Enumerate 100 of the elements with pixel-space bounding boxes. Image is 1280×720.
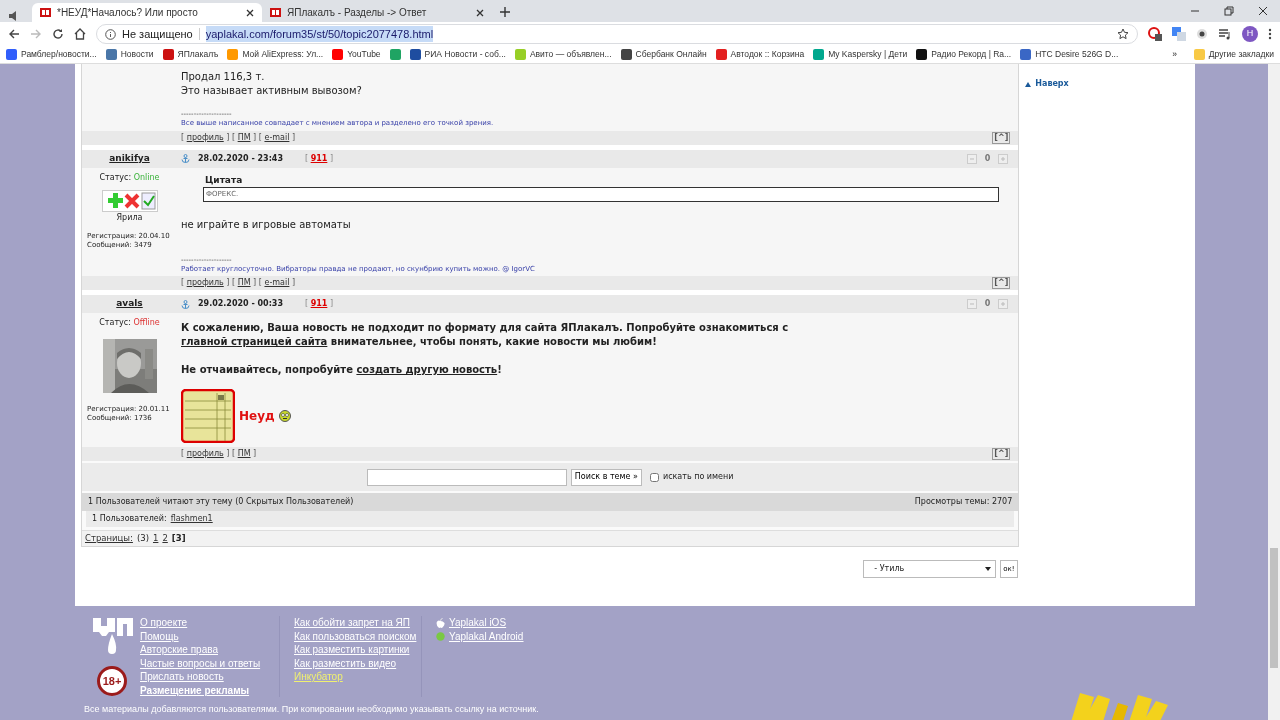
- page-link[interactable]: [3]: [171, 532, 186, 545]
- profile-link[interactable]: ПМ: [237, 278, 251, 287]
- author-link[interactable]: anikifya: [109, 152, 150, 163]
- bookmark-icon[interactable]: [389, 49, 401, 60]
- folder-icon: [1193, 49, 1205, 60]
- post-links: [ профиль ] [ ПМ ] [ e-mail ]: [181, 131, 296, 144]
- reply-number: [ 911 ]: [304, 152, 333, 165]
- search-field[interactable]: [366, 468, 567, 486]
- quote-title: Цитата: [205, 173, 244, 187]
- security-label: Не защищено: [122, 26, 193, 42]
- bookmark[interactable]: РИА Новости - соб...: [409, 48, 506, 61]
- profile-link[interactable]: e-mail: [264, 132, 290, 142]
- post-text: К сожалению, Ваша новость не подходит по формату для сайта ЯПлакалъ. Попробуйте ознакомиться с главной страницей сайта внимательнее, чтобы понять, какие новости мы любим!: [181, 321, 790, 349]
- to-top-link[interactable]: Наверх: [1025, 78, 1183, 90]
- bookmark-folder[interactable]: Другие закладки: [1193, 48, 1274, 61]
- rating-count: 0: [984, 152, 991, 165]
- post-text: Продал 116,3 т.: [181, 70, 266, 84]
- scroll-top-button[interactable]: [^]: [992, 277, 1011, 289]
- home-icon[interactable]: [74, 28, 86, 40]
- more-bookmarks-button[interactable]: »: [1172, 48, 1177, 61]
- profile-link[interactable]: профиль: [186, 132, 224, 142]
- new-tab-icon[interactable]: [500, 7, 510, 17]
- post-links: [ профиль ] [ ПМ ] [ e-mail ]: [181, 277, 296, 289]
- reply-link[interactable]: 911: [310, 299, 328, 308]
- extension-icon[interactable]: [1196, 28, 1208, 40]
- text-link[interactable]: создать другую новость: [356, 364, 498, 375]
- rank-title: Ярила: [115, 211, 144, 224]
- bookmark[interactable]: Новости: [105, 48, 154, 61]
- post-text: Не отчаивайтесь, попробуйте создать другую новость!: [181, 363, 503, 377]
- anchor-icon: [181, 154, 190, 163]
- apple-icon: [436, 617, 445, 628]
- close-icon[interactable]: [476, 8, 484, 17]
- bookmark[interactable]: YouTube: [332, 48, 381, 61]
- url-text: yaplakal.com/forum35/st/50/topic2077478.html: [205, 25, 434, 43]
- post-text: не играйте в игровые автоматы: [181, 217, 352, 232]
- menu-icon[interactable]: [1268, 28, 1272, 40]
- users-label: 1 Пользователей:: [92, 513, 167, 525]
- tab-title: ЯПлакалъ - Разделы -> Ответ: [287, 6, 428, 20]
- post-links: [ профиль ] [ ПМ ]: [181, 448, 257, 460]
- post-date: 28.02.2020 - 23:43: [198, 152, 283, 165]
- bookmark[interactable]: HTC Desire 526G D...: [1020, 48, 1119, 61]
- readers-text: 1 Пользователей читают эту тему (0 Скрытых Пользователей): [88, 496, 354, 508]
- rating-count: 0: [984, 298, 991, 310]
- profile-avatar[interactable]: Н: [1242, 26, 1258, 42]
- scrollbar[interactable]: [1268, 64, 1280, 720]
- footer-note: Все материалы добавляются пользователями. При копировании необходимо указывать ссылку на источник.: [83, 703, 540, 716]
- rank-icons-drawing: [101, 189, 158, 212]
- profile-link[interactable]: ПМ: [237, 132, 251, 142]
- close-icon[interactable]: [1257, 5, 1269, 17]
- reply-number: [ 911 ]: [304, 298, 333, 310]
- user-link[interactable]: flashmen1: [170, 513, 213, 525]
- reload-icon[interactable]: [52, 28, 64, 40]
- site-icon: [270, 7, 281, 18]
- page-link[interactable]: 2: [162, 532, 168, 545]
- bookmark[interactable]: Радио Рекорд | Ra...: [916, 48, 1012, 61]
- caret-icon: [985, 567, 992, 571]
- profile-link[interactable]: e-mail: [264, 278, 290, 287]
- bookmark[interactable]: Мой AliExpress: Ул...: [227, 48, 324, 61]
- grade-label: Неуд: [239, 408, 275, 425]
- smiley-icon: [278, 410, 291, 422]
- translate-icon[interactable]: [1172, 27, 1186, 41]
- address-bar[interactable]: Не защищено yaplakal.com/forum35/st/50/topic2077478.html: [96, 24, 1138, 44]
- status-text: Статус: Offline: [98, 317, 161, 329]
- bookmark[interactable]: Сбербанк Онлайн: [620, 48, 707, 61]
- page-link[interactable]: 1: [153, 532, 159, 545]
- up-arrow-icon: [1025, 81, 1032, 87]
- views-text: Просмотры темы: 2707: [914, 496, 1013, 508]
- scroll-thumb[interactable]: [1270, 548, 1278, 668]
- browser-tab[interactable]: ЯПлакалъ - Разделы -> Ответ: [262, 3, 492, 22]
- jump-select[interactable]: - Утиль: [863, 560, 997, 578]
- name-checkbox[interactable]: [649, 472, 659, 482]
- text-link[interactable]: главной страницей сайта: [181, 336, 328, 347]
- bookmark[interactable]: Автодок :: Корзина: [715, 48, 805, 61]
- scroll-top-button[interactable]: [^]: [992, 448, 1011, 460]
- page-count: (3): [136, 532, 149, 545]
- profile-link[interactable]: профиль: [186, 449, 224, 458]
- restore-icon[interactable]: [1223, 5, 1235, 17]
- star-icon[interactable]: [1117, 28, 1129, 40]
- info-icon: [105, 28, 116, 40]
- bookmark[interactable]: Авито — объявлен...: [514, 48, 612, 61]
- pages-link[interactable]: Страницы:: [85, 532, 133, 545]
- playlist-icon[interactable]: [1218, 28, 1232, 40]
- extension-icon[interactable]: [1148, 27, 1162, 41]
- scroll-top-button[interactable]: [^]: [992, 131, 1011, 144]
- bookmark[interactable]: ЯПлакалъ: [162, 48, 219, 61]
- author-link[interactable]: avals: [116, 298, 143, 309]
- age-rating-badge: 18+: [97, 666, 127, 696]
- bookmark[interactable]: My Kaspersky | Дети: [813, 48, 908, 61]
- android-icon: [436, 631, 445, 641]
- bookmark[interactable]: Рамблер/новости...: [6, 48, 97, 61]
- tab-title: *НЕУД*Началось? Или просто: [57, 6, 199, 20]
- back-icon[interactable]: [8, 28, 20, 40]
- profile-link[interactable]: ПМ: [237, 449, 251, 458]
- browser-tab[interactable]: *НЕУД*Началось? Или просто: [32, 3, 262, 22]
- close-icon[interactable]: [246, 8, 254, 17]
- search-button[interactable]: Поиск в теме »: [570, 468, 642, 486]
- reply-link[interactable]: 911: [310, 153, 328, 163]
- post-text: Это называет активным вывозом?: [181, 84, 363, 98]
- profile-link[interactable]: профиль: [186, 278, 224, 287]
- status-text: Статус: Online: [98, 171, 161, 184]
